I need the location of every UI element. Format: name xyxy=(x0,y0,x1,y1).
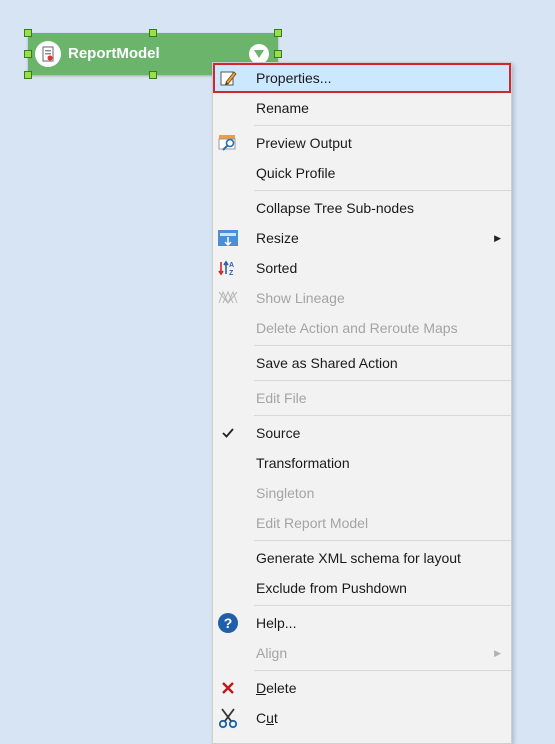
context-menu: Properties... Rename Preview Output Quic… xyxy=(212,62,512,744)
submenu-arrow-icon: ▶ xyxy=(494,648,501,658)
resize-handle[interactable] xyxy=(149,71,157,79)
menu-item-preview-output[interactable]: Preview Output xyxy=(213,128,511,158)
menu-separator xyxy=(254,345,511,346)
menu-item-label: Align xyxy=(256,645,288,661)
menu-item-quick-profile[interactable]: Quick Profile xyxy=(213,158,511,188)
menu-item-label: Resize xyxy=(256,230,299,246)
menu-item-label: Delete Action and Reroute Maps xyxy=(256,320,458,336)
menu-item-save-shared-action[interactable]: Save as Shared Action xyxy=(213,348,511,378)
menu-item-label: Cut xyxy=(256,710,278,726)
menu-item-label: Properties... xyxy=(256,70,332,86)
menu-item-edit-report-model: Edit Report Model xyxy=(213,508,511,538)
resize-handle[interactable] xyxy=(24,29,32,37)
menu-item-label: Save as Shared Action xyxy=(256,355,398,371)
menu-item-label: Transformation xyxy=(256,455,350,471)
menu-item-show-lineage: Show Lineage xyxy=(213,283,511,313)
preview-magnifier-icon xyxy=(217,132,239,154)
resize-handle[interactable] xyxy=(274,50,282,58)
menu-item-sorted[interactable]: A Z Sorted xyxy=(213,253,511,283)
label-rest: elete xyxy=(266,680,297,696)
menu-item-source[interactable]: Source xyxy=(213,418,511,448)
resize-handle[interactable] xyxy=(149,29,157,37)
menu-separator xyxy=(254,670,511,671)
sort-az-icon: A Z xyxy=(217,257,239,279)
menu-separator xyxy=(254,415,511,416)
menu-item-label: Exclude from Pushdown xyxy=(256,580,407,596)
menu-item-collapse-tree[interactable]: Collapse Tree Sub-nodes xyxy=(213,193,511,223)
resize-icon xyxy=(217,227,239,249)
label-start: C xyxy=(256,710,267,726)
menu-item-singleton: Singleton xyxy=(213,478,511,508)
menu-item-label: Edit File xyxy=(256,390,307,406)
menu-item-delete-action-reroute: Delete Action and Reroute Maps xyxy=(213,313,511,343)
menu-separator xyxy=(254,125,511,126)
menu-item-label: Preview Output xyxy=(256,135,352,151)
menu-item-exclude-pushdown[interactable]: Exclude from Pushdown xyxy=(213,573,511,603)
menu-item-label: Collapse Tree Sub-nodes xyxy=(256,200,414,216)
menu-item-resize[interactable]: Resize ▶ xyxy=(213,223,511,253)
accelerator-key: D xyxy=(256,680,267,696)
menu-separator xyxy=(254,540,511,541)
scissors-icon xyxy=(217,707,239,729)
menu-item-delete[interactable]: Delete xyxy=(213,673,511,703)
menu-item-label: Delete xyxy=(256,680,296,696)
menu-item-edit-file: Edit File xyxy=(213,383,511,413)
node-dropdown-icon[interactable] xyxy=(249,44,269,64)
menu-item-help[interactable]: ? Help... xyxy=(213,608,511,638)
svg-text:?: ? xyxy=(224,615,233,631)
menu-item-label: Source xyxy=(256,425,301,441)
menu-item-transformation[interactable]: Transformation xyxy=(213,448,511,478)
node-label: ReportModel xyxy=(68,45,160,62)
menu-item-label: Generate XML schema for layout xyxy=(256,550,461,566)
menu-item-label: Rename xyxy=(256,100,309,116)
menu-separator xyxy=(254,380,511,381)
menu-separator xyxy=(254,605,511,606)
resize-handle[interactable] xyxy=(24,71,32,79)
svg-text:A: A xyxy=(229,262,234,269)
menu-item-label: Edit Report Model xyxy=(256,515,369,531)
resize-handle[interactable] xyxy=(274,29,282,37)
menu-item-label: Quick Profile xyxy=(256,165,336,181)
menu-item-align: Align ▶ xyxy=(213,638,511,668)
accelerator-key: u xyxy=(266,710,274,726)
menu-item-rename[interactable]: Rename xyxy=(213,93,511,123)
menu-separator xyxy=(254,190,511,191)
delete-x-icon xyxy=(217,677,239,699)
svg-text:Z: Z xyxy=(229,270,234,277)
submenu-arrow-icon: ▶ xyxy=(494,233,501,243)
help-icon: ? xyxy=(217,612,239,634)
menu-item-label: Singleton xyxy=(256,485,315,501)
menu-item-generate-xml-schema[interactable]: Generate XML schema for layout xyxy=(213,543,511,573)
report-model-icon xyxy=(35,41,61,67)
lineage-icon xyxy=(217,287,239,309)
menu-item-label: Show Lineage xyxy=(256,290,345,306)
menu-item-label: Help... xyxy=(256,615,297,631)
resize-handle[interactable] xyxy=(24,50,32,58)
label-rest: t xyxy=(273,710,278,726)
edit-pencil-icon xyxy=(217,67,239,89)
menu-item-label: Sorted xyxy=(256,260,298,276)
checkmark-icon xyxy=(217,422,239,444)
menu-item-properties[interactable]: Properties... xyxy=(213,63,511,93)
